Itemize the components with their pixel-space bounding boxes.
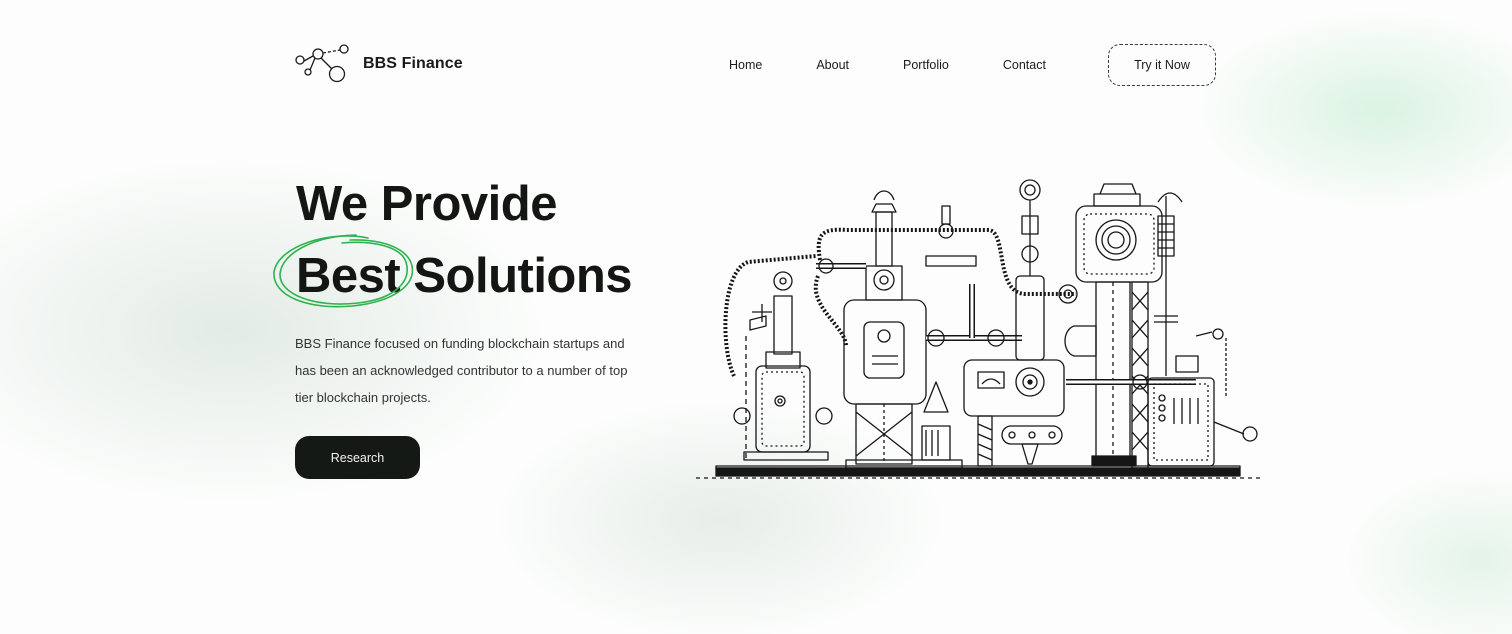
try-it-now-button[interactable]: Try it Now (1108, 44, 1216, 86)
hero-title-rest: Solutions (413, 249, 633, 303)
industrial-machine-illustration (696, 179, 1262, 479)
hero-title-line1: We Provide (296, 177, 557, 231)
brand-name: BBS Finance (363, 55, 463, 72)
hero-title-line2: Best Solutions (273, 234, 633, 312)
hero-title: We Provide Best Solutions (273, 168, 633, 312)
research-button[interactable]: Research (295, 436, 420, 479)
main-nav: Home About Portfolio Contact (729, 58, 1046, 72)
nav-contact-link[interactable]: Contact (1003, 58, 1046, 72)
brand-logo[interactable]: BBS Finance (295, 42, 463, 86)
nav-portfolio-link[interactable]: Portfolio (903, 58, 949, 72)
hero-title-highlight-text: Best (296, 249, 401, 303)
hero-description: BBS Finance focused on funding blockchai… (295, 336, 628, 405)
hero-title-highlight: Best (273, 234, 414, 312)
nav-about-link[interactable]: About (816, 58, 849, 72)
nav-home-link[interactable]: Home (729, 58, 762, 72)
molecule-icon (295, 44, 349, 83)
